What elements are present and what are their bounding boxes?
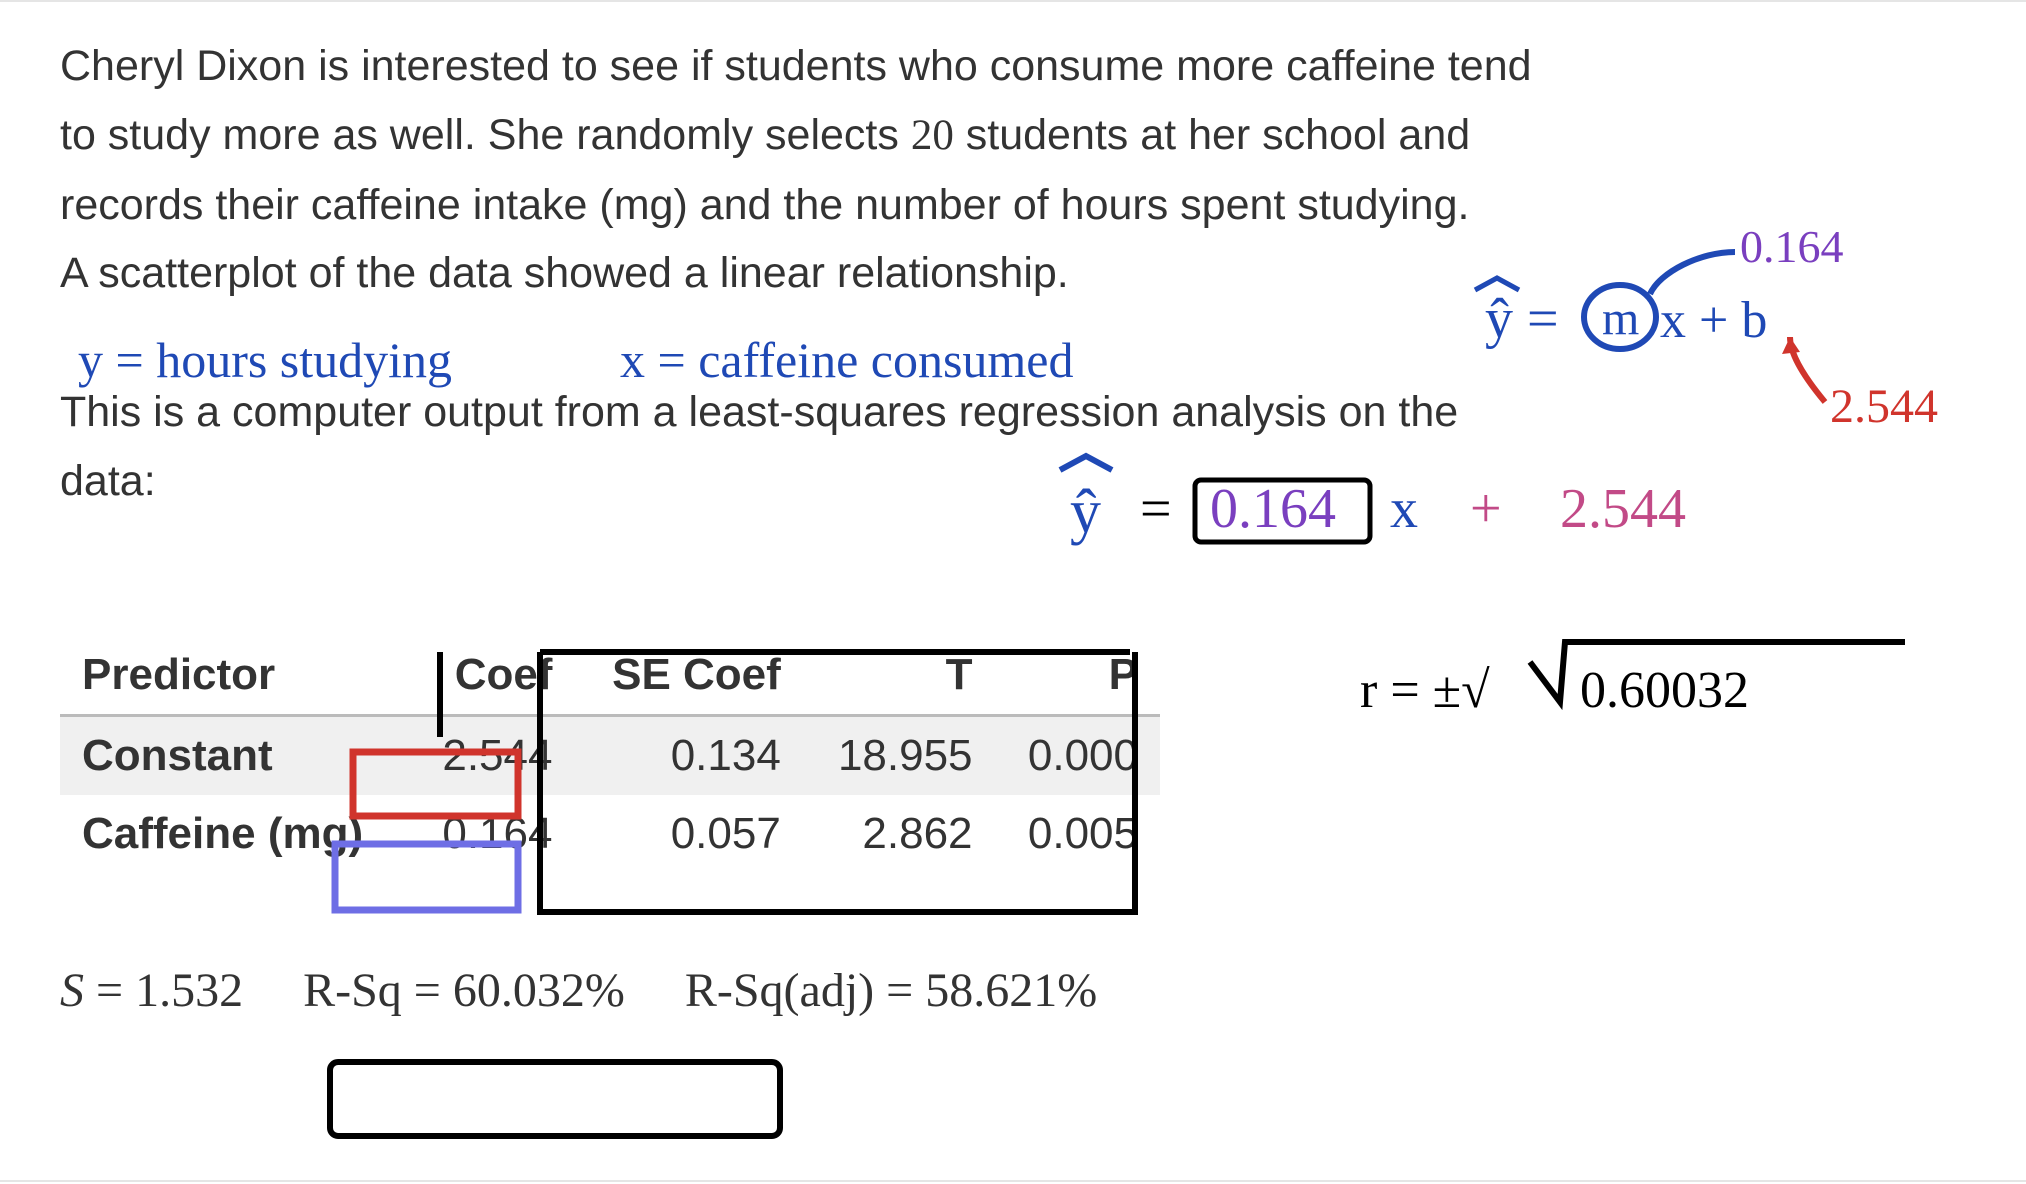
cell-t-caffeine: 2.862: [803, 795, 995, 873]
cell-p-caffeine: 0.005: [995, 795, 1160, 873]
cell-predictor: Constant: [60, 715, 409, 795]
cell-se-caffeine: 0.057: [574, 795, 802, 873]
col-t: T: [803, 636, 995, 716]
problem-line-4: A scatterplot of the data showed a linea…: [60, 239, 1620, 308]
table-header-row: Predictor Coef SE Coef T P: [60, 636, 1160, 716]
problem-line-5: This is a computer output from a least-s…: [60, 378, 1620, 447]
arrowhead-icon: [1782, 337, 1800, 354]
annotation-r-expr: r = ±√: [1360, 662, 1490, 719]
page: Cheryl Dixon is interested to see if stu…: [0, 0, 2026, 1182]
annotation-b-value: 2.544: [1830, 380, 1938, 433]
cell-t-constant: 18.955: [803, 715, 995, 795]
regression-table: Predictor Coef SE Coef T P Constant 2.54…: [60, 636, 1160, 873]
cell-p-constant: 0.000: [995, 715, 1160, 795]
annotation-r: r = ±√ 0.60032: [1360, 642, 1905, 719]
col-predictor: Predictor: [60, 636, 409, 716]
annotation-r-val: 0.60032: [1580, 662, 1749, 719]
problem-line-1: Cheryl Dixon is interested to see if stu…: [60, 32, 1620, 101]
table-row: Caffeine (mg) 0.164 0.057 2.862 0.005: [60, 795, 1160, 873]
problem-line-2: to study more as well. She randomly sele…: [60, 101, 1620, 171]
stat-s-eq: =: [84, 964, 135, 1017]
problem-statement: Cheryl Dixon is interested to see if stu…: [60, 32, 1620, 516]
sample-size: 20: [911, 112, 954, 159]
model-stats: S = 1.532 R-Sq = 60.032% R-Sq(adj) = 58.…: [60, 963, 1966, 1018]
stat-s-val: 1.532: [135, 964, 243, 1017]
col-se-coef: SE Coef: [574, 636, 802, 716]
problem-line-6: data:: [60, 447, 1620, 516]
col-p: P: [995, 636, 1160, 716]
problem-line-3: records their caffeine intake (mg) and t…: [60, 171, 1620, 240]
box-icon: [330, 1062, 780, 1136]
annotation-model-xb: x + b: [1660, 292, 1767, 349]
cell-coef-constant: 2.544: [409, 715, 574, 795]
radical-icon: [1530, 642, 1905, 702]
stat-s-label: S: [60, 964, 84, 1017]
cell-se-constant: 0.134: [574, 715, 802, 795]
annotation-m-value: 0.164: [1740, 221, 1844, 272]
arrow-icon: [1650, 252, 1735, 294]
stat-rsq-val: = 60.032%: [402, 964, 625, 1017]
col-coef: Coef: [409, 636, 574, 716]
stat-rsq-adj-label: R-Sq(adj): [685, 964, 874, 1017]
problem-line-2a: to study more as well. She randomly sele…: [60, 111, 911, 159]
stat-rsq-adj-val: = 58.621%: [874, 964, 1097, 1017]
cell-predictor: Caffeine (mg): [60, 795, 409, 873]
arrow-icon: [1790, 337, 1825, 402]
stat-rsq-label: R-Sq: [303, 964, 402, 1017]
problem-line-2b: students at her school and: [954, 111, 1470, 159]
cell-coef-caffeine: 0.164: [409, 795, 574, 873]
table-row: Constant 2.544 0.134 18.955 0.000: [60, 715, 1160, 795]
